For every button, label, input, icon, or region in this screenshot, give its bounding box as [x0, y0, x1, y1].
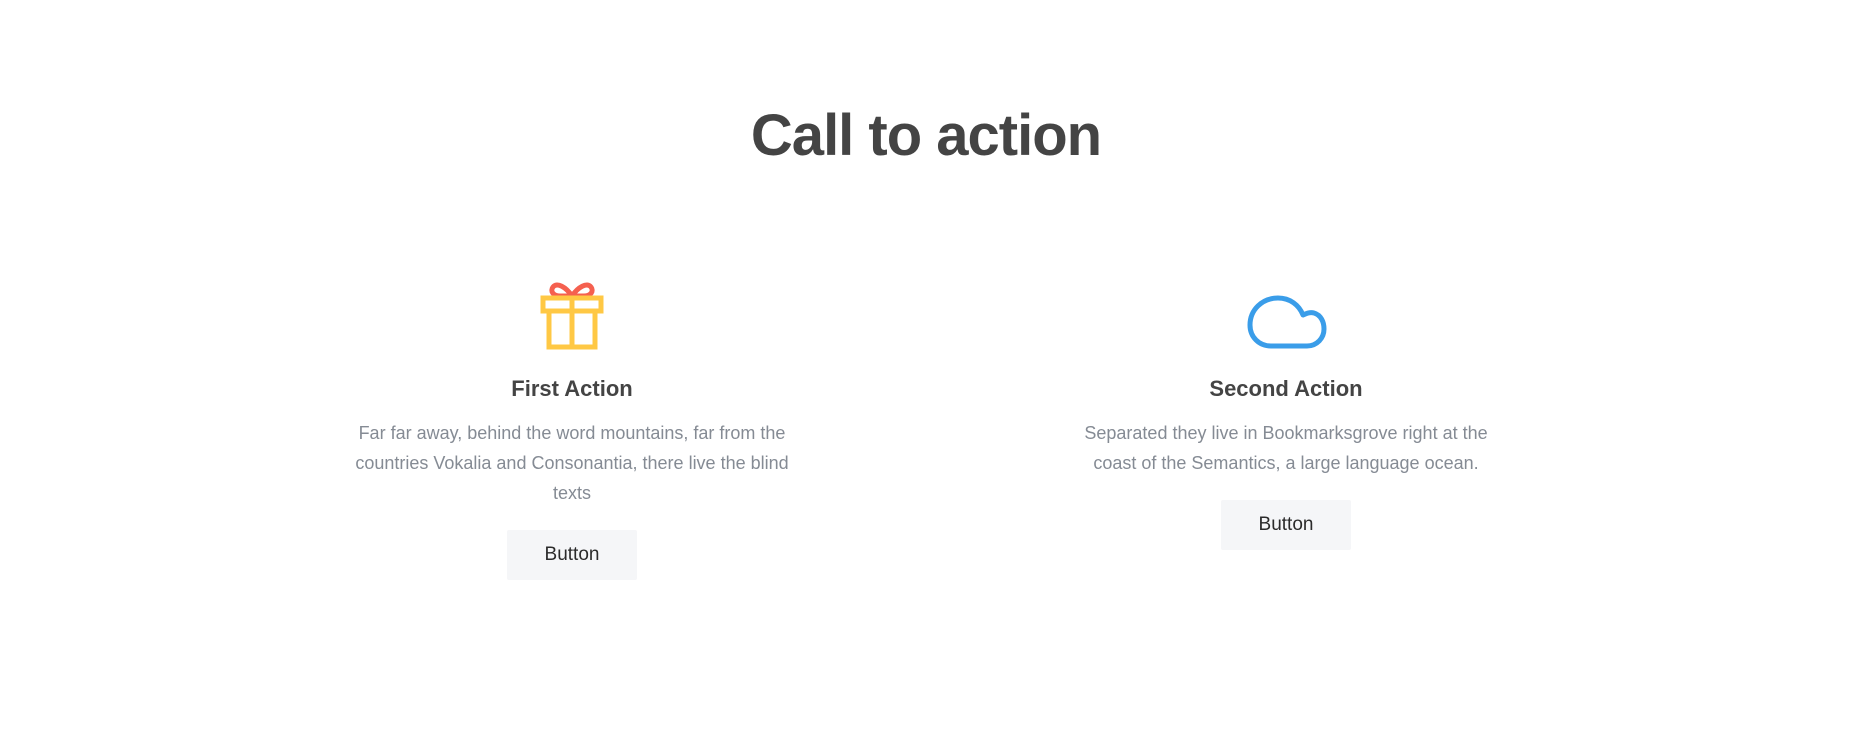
first-action-button[interactable]: Button: [507, 530, 637, 580]
section-title: Call to action: [750, 103, 1102, 168]
first-action-title: First Action: [511, 376, 633, 401]
cloud-icon: [1036, 278, 1536, 352]
second-action-button[interactable]: Button: [1221, 500, 1351, 550]
gift-icon: [322, 278, 822, 352]
first-action-description: Far far away, behind the word mountains,…: [355, 423, 789, 503]
second-action-title: Second Action: [1209, 376, 1363, 401]
cta-section: Call to action First Action Far far away…: [0, 0, 1852, 746]
second-action-card: Second Action Separated they live in Boo…: [1036, 278, 1536, 550]
second-action-description: Separated they live in Bookmarksgrove ri…: [1084, 423, 1488, 473]
first-action-card: First Action Far far away, behind the wo…: [322, 278, 822, 580]
